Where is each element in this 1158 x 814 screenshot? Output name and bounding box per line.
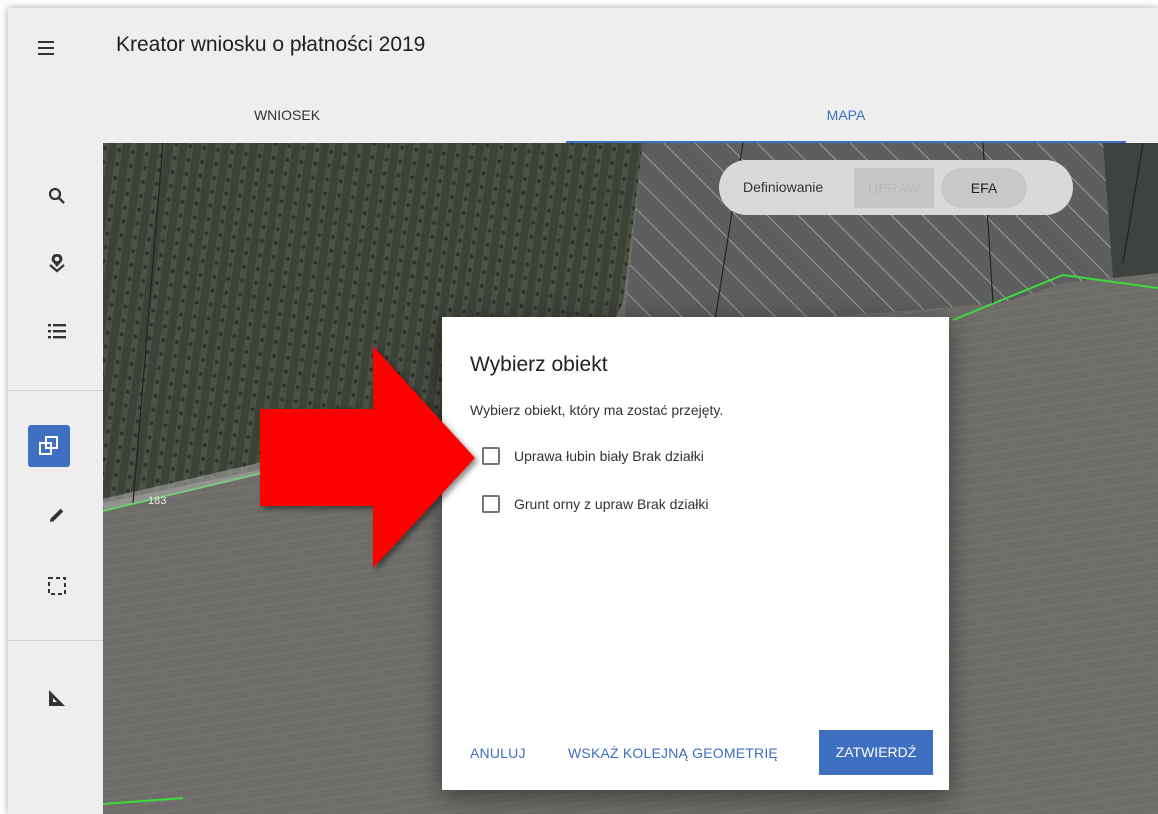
copy-geometry-icon[interactable]	[28, 425, 70, 467]
app-window: Kreator wniosku o płatności 2019 WNIOSEK…	[8, 8, 1158, 814]
dialog-title: Wybierz obiekt	[470, 353, 608, 376]
option-grunt-orny[interactable]: Grunt orny z upraw Brak działki	[482, 492, 709, 516]
list-icon[interactable]	[42, 316, 72, 346]
select-object-dialog: Wybierz obiekt Wybierz obiekt, który ma …	[442, 317, 949, 790]
tab-wniosek[interactable]: WNIOSEK	[8, 88, 566, 143]
option-uprawa-lubin[interactable]: Uprawa łubin biały Brak działki	[482, 444, 704, 468]
checkbox[interactable]	[482, 495, 500, 513]
definition-toggle: Definiowanie UPRAW EFA	[719, 160, 1073, 215]
select-area-icon[interactable]	[42, 571, 72, 601]
map-toolbar	[8, 143, 103, 814]
cancel-button[interactable]: ANULUJ	[470, 745, 526, 761]
toggle-efa-button[interactable]: EFA	[941, 168, 1027, 208]
search-icon[interactable]	[42, 181, 72, 211]
checkbox[interactable]	[482, 447, 500, 465]
app-title: Kreator wniosku o płatności 2019	[116, 33, 426, 56]
ruler-icon[interactable]	[42, 683, 72, 713]
tab-mapa[interactable]: MAPA	[566, 88, 1126, 143]
map-layers-icon[interactable]	[42, 248, 72, 278]
dialog-description: Wybierz obiekt, który ma zostać przejęty…	[470, 402, 724, 418]
app-bar: Kreator wniosku o płatności 2019	[8, 8, 1158, 88]
red-arrow-annotation	[260, 346, 475, 568]
confirm-button[interactable]: ZATWIERDŹ	[819, 730, 933, 775]
toggle-upraw-button[interactable]: UPRAW	[854, 168, 934, 208]
pencil-icon[interactable]	[42, 500, 72, 530]
hamburger-menu-icon[interactable]	[34, 35, 60, 61]
option-label: Grunt orny z upraw Brak działki	[514, 496, 709, 512]
parcel-number-label: 183	[148, 495, 166, 507]
option-label: Uprawa łubin biały Brak działki	[514, 448, 704, 464]
tab-bar: WNIOSEK MAPA	[8, 88, 1158, 143]
toggle-label: Definiowanie	[743, 179, 824, 195]
next-geometry-button[interactable]: WSKAŻ KOLEJNĄ GEOMETRIĘ	[568, 745, 778, 761]
